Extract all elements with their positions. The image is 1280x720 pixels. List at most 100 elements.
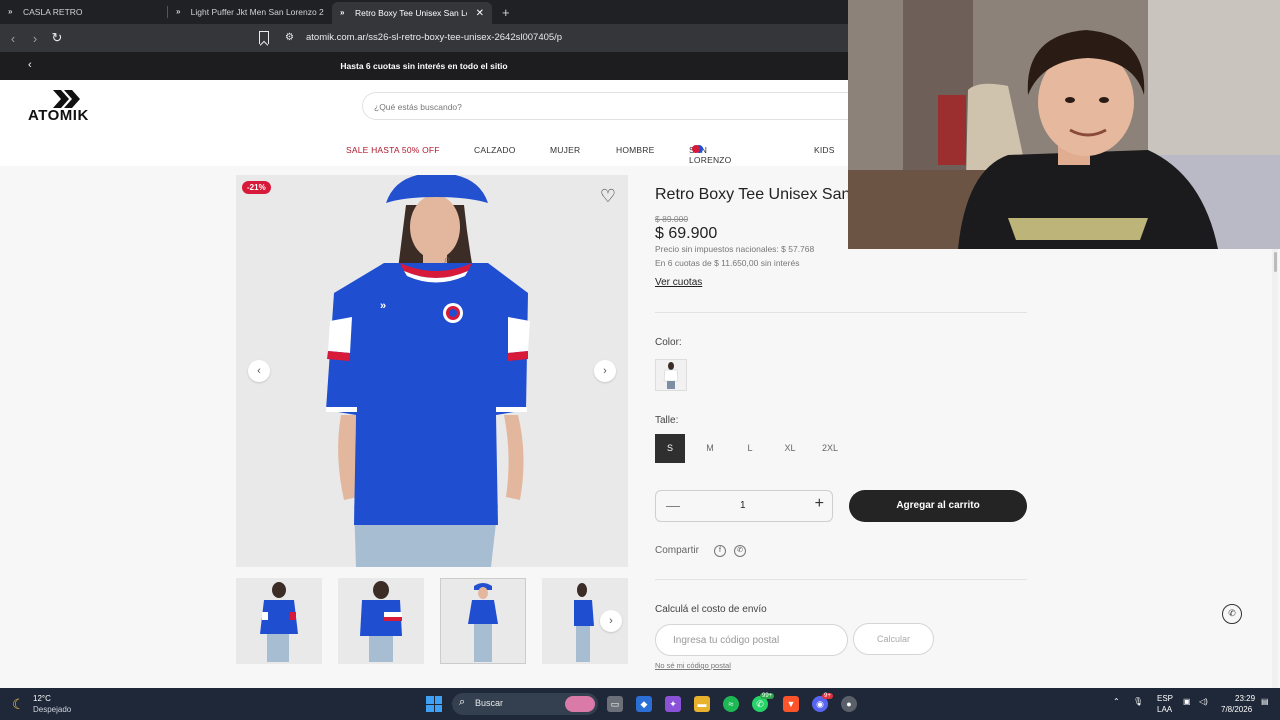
size-label: Talle: xyxy=(655,415,679,426)
color-label: Color: xyxy=(655,337,682,348)
ver-cuotas-link[interactable]: Ver cuotas xyxy=(655,277,702,288)
whatsapp-badge: 99+ xyxy=(760,693,775,699)
promo-banner: ‹ Hasta 6 cuotas sin interés en todo el … xyxy=(0,52,848,80)
search-icon: ⌕ xyxy=(459,696,466,708)
old-price: $ 89.000 xyxy=(655,214,689,224)
heart-icon[interactable]: ♡ xyxy=(600,187,616,205)
size-option-s[interactable]: S xyxy=(655,434,685,463)
steam-icon[interactable]: ● xyxy=(841,696,857,712)
add-to-cart-button[interactable]: Agregar al carrito xyxy=(849,490,1027,522)
size-option-xl[interactable]: XL xyxy=(775,434,805,463)
current-price: $ 69.900 xyxy=(655,225,718,242)
postal-code-input[interactable]: Ingresa tu código postal xyxy=(655,624,848,656)
facebook-icon[interactable]: f xyxy=(714,545,726,557)
nav-calzado[interactable]: CALZADO xyxy=(474,145,516,155)
no-tax-price: Precio sin impuestos nacionales: $ 57.76… xyxy=(655,244,815,254)
taskbar-search-label: Buscar xyxy=(475,698,504,708)
site-header: ATOMIK ¿Qué estás buscando? SALE HASTA 5… xyxy=(0,80,848,166)
address-bar[interactable]: atomik.com.ar/ss26-sl-retro-boxy-tee-uni… xyxy=(306,32,562,43)
tab-casla-retro[interactable]: » CASLA RETRO xyxy=(0,0,167,24)
product-title: Retro Boxy Tee Unisex San xyxy=(655,186,851,203)
bookmark-icon[interactable] xyxy=(259,31,269,44)
thumbnail-image-active[interactable] xyxy=(440,578,526,664)
moon-icon[interactable]: ☾ xyxy=(12,696,25,713)
promo-text: Hasta 6 cuotas sin interés en todo el si… xyxy=(340,61,508,71)
webcam-overlay xyxy=(848,0,1280,249)
atomik-logo-icon xyxy=(53,90,80,108)
size-option-m[interactable]: M xyxy=(695,434,725,463)
atomik-logo[interactable]: ATOMIK xyxy=(28,90,108,124)
svg-text:»: » xyxy=(380,300,386,312)
taskbar-search[interactable]: ⌕ Buscar xyxy=(452,693,598,715)
color-swatch-white[interactable] xyxy=(655,359,687,391)
reload-icon[interactable]: ↻ xyxy=(46,30,68,46)
share-label: Compartir xyxy=(655,545,699,556)
whatsapp-float-icon[interactable]: ✆ xyxy=(1222,604,1242,624)
scrollbar-thumb[interactable] xyxy=(1274,252,1277,272)
minus-icon[interactable]: — xyxy=(666,497,680,513)
language-bottom[interactable]: LAA xyxy=(1157,705,1172,714)
model-photo: » xyxy=(236,175,628,567)
weather-description[interactable]: Despejado xyxy=(33,705,71,714)
notification-icon[interactable]: ▤ xyxy=(1261,697,1269,706)
new-tab-button[interactable]: + xyxy=(492,0,520,24)
nav-mujer[interactable]: MUJER xyxy=(550,145,580,155)
atomik-favicon-icon: » xyxy=(176,7,181,16)
divider xyxy=(655,579,1027,580)
back-icon[interactable]: ‹ xyxy=(2,31,24,46)
installments-text: En 6 cuotas de $ 11.650,00 sin interés xyxy=(655,258,800,268)
prev-image-button[interactable]: ‹ xyxy=(248,360,270,382)
clock-date[interactable]: 7/8/2026 xyxy=(1221,705,1252,714)
copilot-icon[interactable]: ✦ xyxy=(665,696,681,712)
volume-icon[interactable]: ◁) xyxy=(1199,697,1208,706)
network-icon[interactable]: ▣ xyxy=(1183,697,1191,706)
next-image-button[interactable]: › xyxy=(594,360,616,382)
clock-time[interactable]: 23:29 xyxy=(1235,694,1255,703)
microphone-icon[interactable]: 🎙 xyxy=(1133,697,1143,706)
zoom-icon[interactable]: ⌕ xyxy=(444,252,451,267)
taskbar: ☾ 12°C Despejado ⌕ Buscar ▭ ◆ ✦ ▬ ≈ ✆ 99… xyxy=(0,688,1280,720)
forward-icon[interactable]: › xyxy=(24,31,46,46)
size-option-l[interactable]: L xyxy=(735,434,765,463)
product-main-image[interactable]: » ⌕ -21% ♡ ‹ › xyxy=(236,175,628,567)
calculate-button[interactable]: Calcular xyxy=(853,623,934,655)
search-highlight-icon xyxy=(565,696,595,712)
logo-text: ATOMIK xyxy=(28,107,89,124)
chevron-up-icon[interactable]: ⌃ xyxy=(1113,697,1120,706)
next-thumbnail-button[interactable]: › xyxy=(600,610,622,632)
close-tab-icon[interactable]: ✕ xyxy=(476,8,484,19)
whatsapp-icon[interactable]: ✆ xyxy=(734,545,746,557)
tab-light-puffer[interactable]: » Light Puffer Jkt Men San Lorenzo 26 xyxy=(168,0,332,24)
weather-temperature[interactable]: 12°C xyxy=(33,694,51,703)
app-icon[interactable]: ◆ xyxy=(636,696,652,712)
thumbnail-image[interactable] xyxy=(236,578,322,664)
postal-unknown-link[interactable]: No sé mi código postal xyxy=(655,661,731,670)
size-option-2xl[interactable]: 2XL xyxy=(815,434,845,463)
search-input[interactable]: ¿Qué estás buscando? xyxy=(362,92,848,120)
thumbnail-strip: › xyxy=(236,578,628,664)
spotify-icon[interactable]: ≈ xyxy=(723,696,739,712)
thumbnail-image[interactable]: › xyxy=(542,578,628,664)
quantity-stepper: — 1 + xyxy=(655,490,833,522)
scrollbar-track[interactable] xyxy=(1272,248,1278,688)
atomik-favicon-icon: » xyxy=(340,8,345,17)
quantity-value[interactable]: 1 xyxy=(740,500,746,511)
divider xyxy=(655,312,1027,313)
thumbnail-image[interactable] xyxy=(338,578,424,664)
plus-icon[interactable]: + xyxy=(815,495,824,513)
shipping-label: Calculá el costo de envío xyxy=(655,604,767,615)
file-explorer-icon[interactable]: ▬ xyxy=(694,696,710,712)
nav-hombre[interactable]: HOMBRE xyxy=(616,145,655,155)
tab-retro-boxy-tee[interactable]: » Retro Boxy Tee Unisex San Lorenzo ✕ xyxy=(332,2,492,24)
discount-badge: -21% xyxy=(242,181,271,194)
language-top[interactable]: ESP xyxy=(1157,694,1173,703)
brave-browser-icon[interactable]: ▼ xyxy=(783,696,799,712)
windows-start-icon[interactable] xyxy=(426,696,442,712)
main-nav: SALE HASTA 50% OFF CALZADO MUJER HOMBRE … xyxy=(0,145,848,165)
promo-prev-icon[interactable]: ‹ xyxy=(28,59,32,71)
red-dot-icon xyxy=(692,145,700,153)
nav-sale[interactable]: SALE HASTA 50% OFF xyxy=(346,145,440,155)
site-settings-icon[interactable]: ⚙ xyxy=(285,32,294,43)
nav-kids[interactable]: KIDS xyxy=(814,145,835,155)
task-view-icon[interactable]: ▭ xyxy=(607,696,623,712)
